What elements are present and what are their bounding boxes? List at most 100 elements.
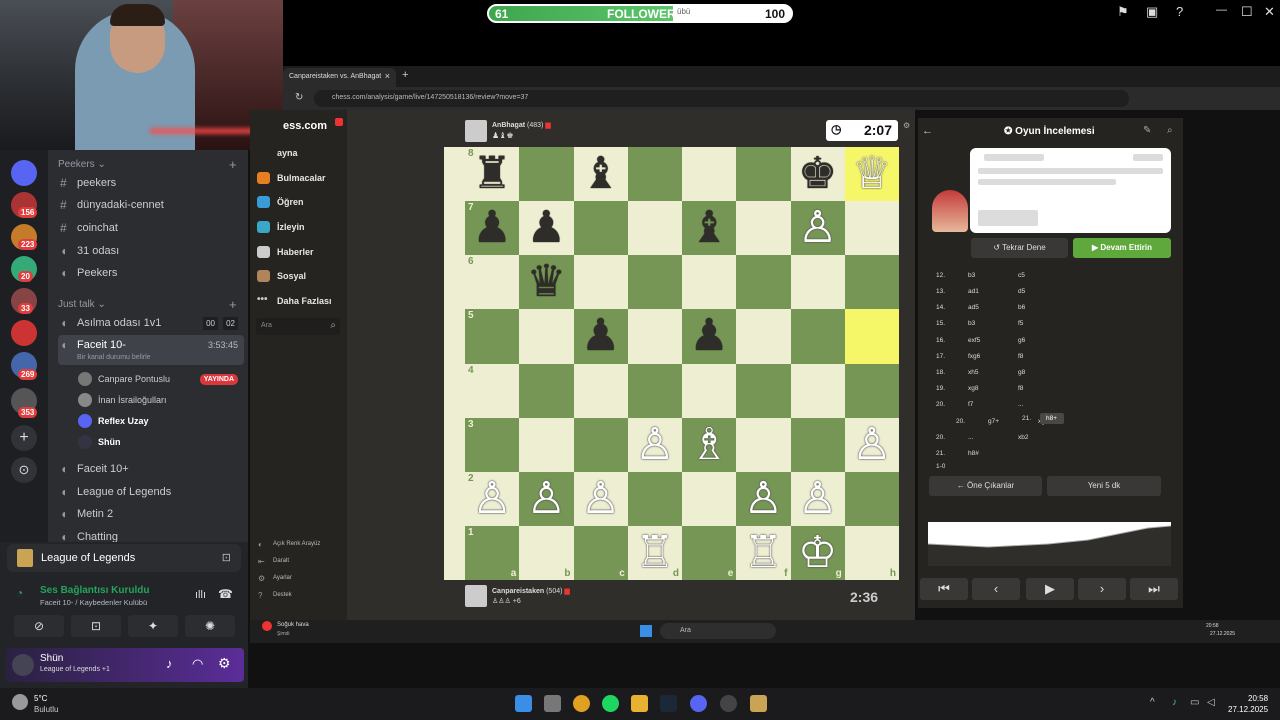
square-a6[interactable]: 6 xyxy=(465,255,520,310)
help-icon[interactable]: ? xyxy=(1176,4,1183,19)
square-d1[interactable]: ♖ d xyxy=(627,525,682,580)
black-move[interactable]: c5 xyxy=(1018,272,1025,279)
voice-channel[interactable]: ◖ League of Legends xyxy=(58,482,244,502)
square-a2[interactable]: ♙ 2 xyxy=(465,471,520,526)
square-d6[interactable] xyxy=(627,255,682,310)
channel-status[interactable]: Bir kanal durumu belirle xyxy=(77,348,151,368)
square-e6[interactable] xyxy=(682,255,737,310)
tray-chevron-icon[interactable]: ^ xyxy=(1150,697,1155,708)
temperature[interactable]: 5°C xyxy=(34,694,47,703)
square-e5[interactable]: ♟ xyxy=(682,309,737,364)
square-f1[interactable]: ♖ f xyxy=(736,525,791,580)
server-icon[interactable] xyxy=(11,320,37,346)
white-move[interactable]: ad5 xyxy=(968,304,979,311)
move-row[interactable]: 13. ad1 d5 xyxy=(930,288,1166,302)
square-e2[interactable] xyxy=(682,471,737,526)
settings-icon[interactable]: ⚙ xyxy=(903,121,910,130)
black-move[interactable]: g8 xyxy=(1018,369,1025,376)
server-icon[interactable] xyxy=(11,160,37,186)
move-row[interactable]: 12. b3 c5 xyxy=(930,272,1166,286)
voice-user[interactable]: Canpare Pontuslu YAYINDA xyxy=(78,370,244,388)
square-h2[interactable] xyxy=(844,471,899,526)
piece-g2[interactable]: ♙ xyxy=(791,472,845,526)
windows-start-icon[interactable] xyxy=(640,625,652,637)
square-f4[interactable] xyxy=(736,363,791,418)
move-row[interactable]: 19. xg8 f8 xyxy=(930,385,1166,399)
black-move[interactable]: f8 xyxy=(1018,353,1023,360)
square-a8[interactable]: ♜ 8 xyxy=(465,147,520,202)
browser-tab[interactable]: Canpareistaken vs. AnBhagat × xyxy=(283,68,396,87)
square-f6[interactable] xyxy=(736,255,791,310)
address-bar[interactable]: chess.com/analysis/game/live/14725051813… xyxy=(314,90,1129,107)
captured-search[interactable]: Ara xyxy=(660,623,776,639)
chesscom-logo[interactable]: ess.com xyxy=(283,120,327,132)
nav-social[interactable]: Sosyal xyxy=(257,270,306,282)
square-c7[interactable] xyxy=(573,201,628,256)
sidebar-search[interactable]: Ara ⌕ xyxy=(256,318,340,335)
top-player-card[interactable]: AnBhagat (483) ▆ xyxy=(492,121,551,129)
start-icon[interactable] xyxy=(515,695,532,712)
league-icon[interactable] xyxy=(750,695,767,712)
support-link[interactable]: Destek xyxy=(273,592,292,598)
piece-e7[interactable]: ♝ xyxy=(682,201,736,255)
piece-f2[interactable]: ♙ xyxy=(736,472,790,526)
square-h7[interactable] xyxy=(844,201,899,256)
square-a5[interactable]: 5 xyxy=(465,309,520,364)
piece-b6[interactable]: ♛ xyxy=(519,255,573,309)
black-move[interactable]: f8 xyxy=(1018,385,1023,392)
nav-puzzles[interactable]: Bulmacalar xyxy=(257,172,326,184)
move-row[interactable]: 14. ad5 b6 xyxy=(930,304,1166,318)
highlights-button[interactable]: ← Öne Çıkanlar xyxy=(929,476,1042,496)
square-a7[interactable]: ♟ 7 xyxy=(465,201,520,256)
square-g1[interactable]: ♔ g xyxy=(790,525,845,580)
discord-icon[interactable] xyxy=(690,695,707,712)
square-e3[interactable]: ♗ xyxy=(682,417,737,472)
square-h6[interactable] xyxy=(844,255,899,310)
square-c6[interactable] xyxy=(573,255,628,310)
piece-d3[interactable]: ♙ xyxy=(628,418,682,472)
piece-b7[interactable]: ♟ xyxy=(519,201,573,255)
square-e4[interactable] xyxy=(682,363,737,418)
continue-button[interactable]: ▶ Devam Ettirin xyxy=(1073,238,1171,258)
piece-c8[interactable]: ♝ xyxy=(574,147,628,201)
piece-e3[interactable]: ♗ xyxy=(682,418,736,472)
move-row[interactable]: 20.... xb2 xyxy=(930,434,1166,448)
steam-icon[interactable] xyxy=(660,695,677,712)
settings-link[interactable]: Ayarlar xyxy=(273,575,292,581)
voice-user[interactable]: Shün xyxy=(78,433,244,451)
invite-icon[interactable]: ⊡ xyxy=(222,551,231,564)
chess-board[interactable]: ♜ 8 ♝ ♚ ♕ ♟ 7 ♟ ♝ ♙ 6 ♛ 5 ♟ ♟ 4 3 ♙ ♗ ♙ ♙ 2 ♙ ♙ ♙ ♙ 1 a b c ♖ d e ♖ f ♔ g h xyxy=(465,147,899,580)
move-row[interactable]: 21. h8# xyxy=(930,450,1166,464)
top-player-avatar[interactable] xyxy=(465,120,487,142)
square-c2[interactable]: ♙ xyxy=(573,471,628,526)
category-just-talk[interactable]: Just talk ⌄ xyxy=(58,299,106,310)
square-f2[interactable]: ♙ xyxy=(736,471,791,526)
piece-e5[interactable]: ♟ xyxy=(682,309,736,363)
pin-icon[interactable]: ✎ xyxy=(1143,125,1151,136)
square-a3[interactable]: 3 xyxy=(465,417,520,472)
move-row[interactable]: 16. exf5 g6 xyxy=(930,337,1166,351)
square-h8[interactable]: ♕ xyxy=(844,147,899,202)
piece-h8[interactable]: ♕ xyxy=(845,147,899,201)
square-h4[interactable] xyxy=(844,363,899,418)
black-move[interactable]: ... xyxy=(1018,401,1023,408)
disconnect-icon[interactable]: ☎ xyxy=(218,587,233,601)
nav-more[interactable]: ••• Daha Fazlası xyxy=(257,295,332,307)
square-b5[interactable] xyxy=(519,309,574,364)
play-button[interactable]: ▶ xyxy=(1026,578,1074,600)
nav-learn[interactable]: Öğren xyxy=(257,196,304,208)
voice-channel[interactable]: ◖ Faceit 10+ xyxy=(58,459,244,479)
square-g5[interactable] xyxy=(790,309,845,364)
black-move[interactable]: f5 xyxy=(1018,320,1023,327)
square-f8[interactable] xyxy=(736,147,791,202)
clock-time[interactable]: 20:58 xyxy=(1248,694,1268,703)
square-a1[interactable]: 1a xyxy=(465,525,520,580)
square-g6[interactable] xyxy=(790,255,845,310)
headphones-icon[interactable]: ◠ xyxy=(192,656,203,672)
square-b2[interactable]: ♙ xyxy=(519,471,574,526)
square-e8[interactable] xyxy=(682,147,737,202)
square-d8[interactable] xyxy=(627,147,682,202)
square-h3[interactable]: ♙ xyxy=(844,417,899,472)
square-b1[interactable]: b xyxy=(519,525,574,580)
flag-icon[interactable]: ⚑ xyxy=(1117,4,1129,20)
